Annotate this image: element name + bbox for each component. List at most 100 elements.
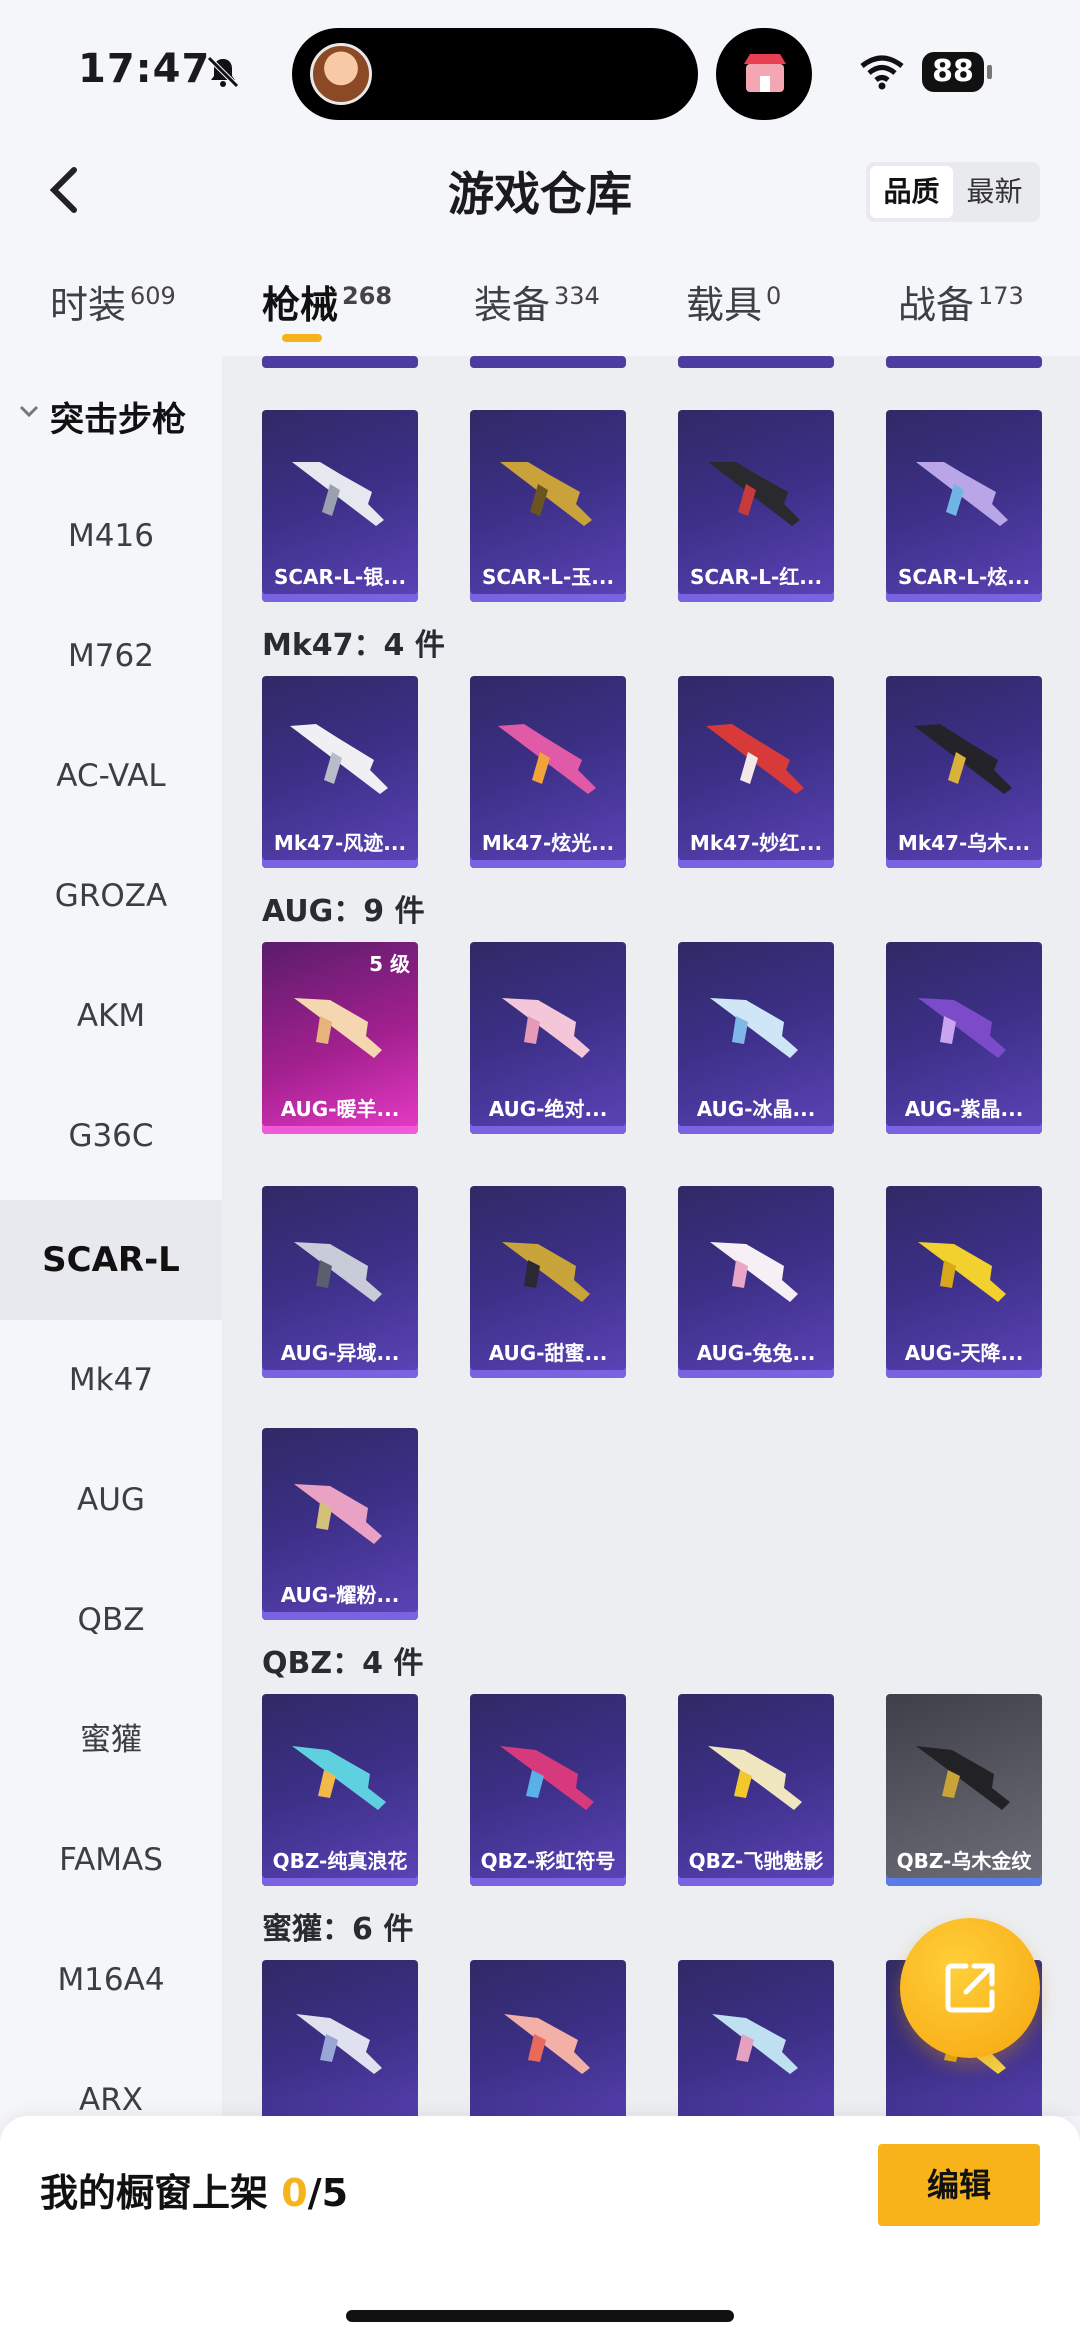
skin-name: QBZ-彩虹符号 — [480, 1849, 616, 1873]
skin-card[interactable]: QBZ-彩虹符号 — [470, 1694, 626, 1886]
sort-quality-button[interactable]: 品质 — [870, 166, 953, 218]
app-activity[interactable] — [716, 28, 812, 120]
status-time: 17:47 — [78, 46, 211, 92]
sidebar-group-label: 突击步枪 — [50, 400, 186, 440]
share-fab[interactable] — [900, 1918, 1040, 2058]
skin-card[interactable]: SCAR-L-红... — [678, 410, 834, 602]
skin-name: QBZ-纯真浪花 — [272, 1849, 408, 1873]
tab-count: 609 — [130, 282, 176, 310]
sidebar-item-aug[interactable]: AUG — [0, 1440, 222, 1560]
sidebar-item-m416[interactable]: M416 — [0, 476, 222, 596]
skin-card[interactable]: 5 级 AUG-暖羊... — [262, 942, 418, 1134]
rifle-icon — [502, 998, 590, 1058]
sidebar-item-akm[interactable]: AKM — [0, 956, 222, 1076]
sidebar-item-scar-l[interactable]: SCAR-L — [0, 1200, 222, 1320]
tab-count: 0 — [766, 282, 782, 310]
skin-name: AUG-异域... — [280, 1341, 400, 1365]
skin-card[interactable]: QBZ-乌木金纹 — [886, 1694, 1042, 1886]
skin-card[interactable]: QBZ-飞驰魅影 — [678, 1694, 834, 1886]
skin-name: AUG-暖羊... — [280, 1097, 400, 1121]
skin-card[interactable]: SCAR-L-玉... — [470, 410, 626, 602]
skin-card[interactable]: AUG-兔兔... — [678, 1186, 834, 1378]
skin-card[interactable]: Mk47-乌木... — [886, 676, 1042, 868]
skin-name: AUG-绝对... — [488, 1097, 608, 1121]
sidebar-item-ac-val[interactable]: AC-VAL — [0, 716, 222, 836]
home-indicator[interactable] — [346, 2310, 734, 2322]
rifle-icon — [504, 2014, 590, 2074]
sidebar-item-mk47[interactable]: Mk47 — [0, 1320, 222, 1440]
rifle-icon — [710, 998, 798, 1058]
rifle-icon — [706, 724, 804, 794]
skin-card-partial[interactable] — [886, 356, 1042, 368]
skin-card[interactable]: AUG-异域... — [262, 1186, 418, 1378]
tab-count: 334 — [554, 282, 600, 310]
tab-vehicles[interactable]: 载具 0 — [686, 274, 781, 329]
rifle-icon — [498, 724, 596, 794]
sort-latest-button[interactable]: 最新 — [953, 166, 1036, 218]
sidebar-item-qbz[interactable]: QBZ — [0, 1560, 222, 1680]
rifle-icon — [502, 1242, 590, 1302]
rifle-icon — [500, 462, 592, 526]
skin-name: SCAR-L-银... — [273, 565, 407, 589]
sidebar-item-honey-badger[interactable]: 蜜獾 — [0, 1680, 222, 1800]
share-external-icon — [945, 1963, 995, 2013]
skin-name: SCAR-L-炫... — [897, 565, 1031, 589]
skin-card-partial[interactable] — [262, 356, 418, 368]
skin-card-partial[interactable] — [470, 356, 626, 368]
rifle-icon — [500, 1746, 594, 1810]
skin-card[interactable]: SCAR-L-炫... — [886, 410, 1042, 602]
weapon-type-sidebar: 突击步枪 M416 M762 AC-VAL GROZA AKM G36C SCA… — [0, 356, 222, 2118]
skin-card[interactable]: QBZ-纯真浪花 — [262, 1694, 418, 1886]
edit-button[interactable]: 编辑 — [878, 2144, 1040, 2226]
tab-supplies[interactable]: 战备 173 — [898, 274, 1024, 329]
skin-card[interactable]: AUG-甜蜜... — [470, 1186, 626, 1378]
showcase-count: 0 — [281, 2171, 308, 2215]
shop-icon — [744, 54, 786, 92]
skin-name: SCAR-L-红... — [689, 565, 823, 589]
skin-card[interactable]: AUG-绝对... — [470, 942, 626, 1134]
skin-card[interactable]: AUG-紫晶... — [886, 942, 1042, 1134]
skin-name: AUG-紫晶... — [904, 1097, 1024, 1121]
skin-card[interactable]: Mk47-妙红... — [678, 676, 834, 868]
tab-count: 268 — [342, 282, 393, 310]
skin-card[interactable] — [262, 1960, 418, 2116]
tab-fashion[interactable]: 时装 609 — [50, 274, 176, 329]
sidebar-item-m16a4[interactable]: M16A4 — [0, 1920, 222, 2040]
rifle-icon — [916, 1746, 1010, 1810]
sidebar-item-g36c[interactable]: G36C — [0, 1076, 222, 1196]
sidebar-item-famas[interactable]: FAMAS — [0, 1800, 222, 1920]
sidebar-item-m762[interactable]: M762 — [0, 596, 222, 716]
tab-equipment[interactable]: 装备 334 — [474, 274, 600, 329]
skin-card[interactable] — [470, 1960, 626, 2116]
sidebar-item-groza[interactable]: GROZA — [0, 836, 222, 956]
wifi-icon — [860, 55, 904, 90]
skin-card[interactable]: Mk47-风迹... — [262, 676, 418, 868]
tab-label: 枪械 — [262, 283, 339, 327]
avatar[interactable] — [310, 43, 372, 105]
skin-name: AUG-冰晶... — [696, 1097, 816, 1121]
skin-card[interactable]: AUG-耀粉... — [262, 1428, 418, 1620]
showcase-status: 我的橱窗上架 0/5 — [40, 2162, 348, 2217]
skin-card[interactable]: Mk47-炫光... — [470, 676, 626, 868]
skin-card-partial[interactable] — [678, 356, 834, 368]
skin-card[interactable]: AUG-天降... — [886, 1186, 1042, 1378]
skin-name: QBZ-飞驰魅影 — [688, 1849, 824, 1873]
skin-name: SCAR-L-玉... — [481, 565, 615, 589]
skin-card[interactable]: AUG-冰晶... — [678, 942, 834, 1134]
rifle-icon — [294, 998, 382, 1058]
skin-card[interactable]: SCAR-L-银... — [262, 410, 418, 602]
rifle-icon — [708, 1746, 802, 1810]
rifle-icon — [712, 2014, 798, 2074]
rifle-icon — [710, 1242, 798, 1302]
skin-card[interactable] — [678, 1960, 834, 2116]
dynamic-island — [292, 28, 698, 120]
tab-label: 时装 — [50, 283, 127, 327]
skin-name: AUG-甜蜜... — [488, 1341, 608, 1365]
section-label-honey-badger: 蜜獾：6 件 — [262, 1912, 414, 1947]
category-tabs: 时装 609 枪械 268 装备 334 载具 0 战备 173 — [0, 262, 1080, 352]
rifle-icon — [292, 1746, 386, 1810]
showcase-total: /5 — [307, 2171, 349, 2215]
tab-firearms[interactable]: 枪械 268 — [262, 274, 392, 329]
rifle-icon — [292, 462, 384, 526]
tab-label: 载具 — [686, 283, 763, 327]
